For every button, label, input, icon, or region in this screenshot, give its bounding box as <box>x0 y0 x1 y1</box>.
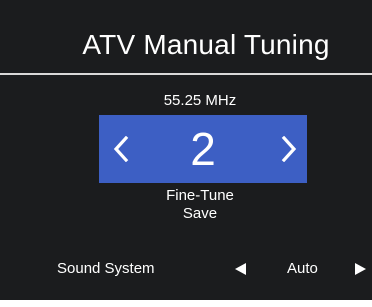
sound-system-label: Sound System <box>57 260 155 277</box>
sound-system-value: Auto <box>287 260 318 277</box>
channel-selector[interactable]: 2 <box>99 115 307 183</box>
title-divider <box>0 73 372 75</box>
title-bar: ATV Manual Tuning <box>0 0 372 73</box>
chevron-right-icon[interactable] <box>269 115 309 183</box>
chevron-left-icon[interactable] <box>101 115 141 183</box>
frequency-readout: 55.25 MHz <box>163 92 237 109</box>
triangle-left-icon[interactable] <box>235 258 247 280</box>
fine-tune-option[interactable]: Fine-Tune <box>0 187 372 205</box>
menu-title: ATV Manual Tuning <box>82 29 330 60</box>
save-option[interactable]: Save <box>0 205 372 223</box>
channel-number: 2 <box>190 123 216 175</box>
tuning-menu-panel: ATV Manual Tuning 55.25 MHz 2 Fine-Tune … <box>0 0 372 300</box>
sound-system-row[interactable]: Sound System Auto <box>0 258 372 280</box>
triangle-right-icon[interactable] <box>355 258 367 280</box>
bottom-margin <box>0 300 372 307</box>
